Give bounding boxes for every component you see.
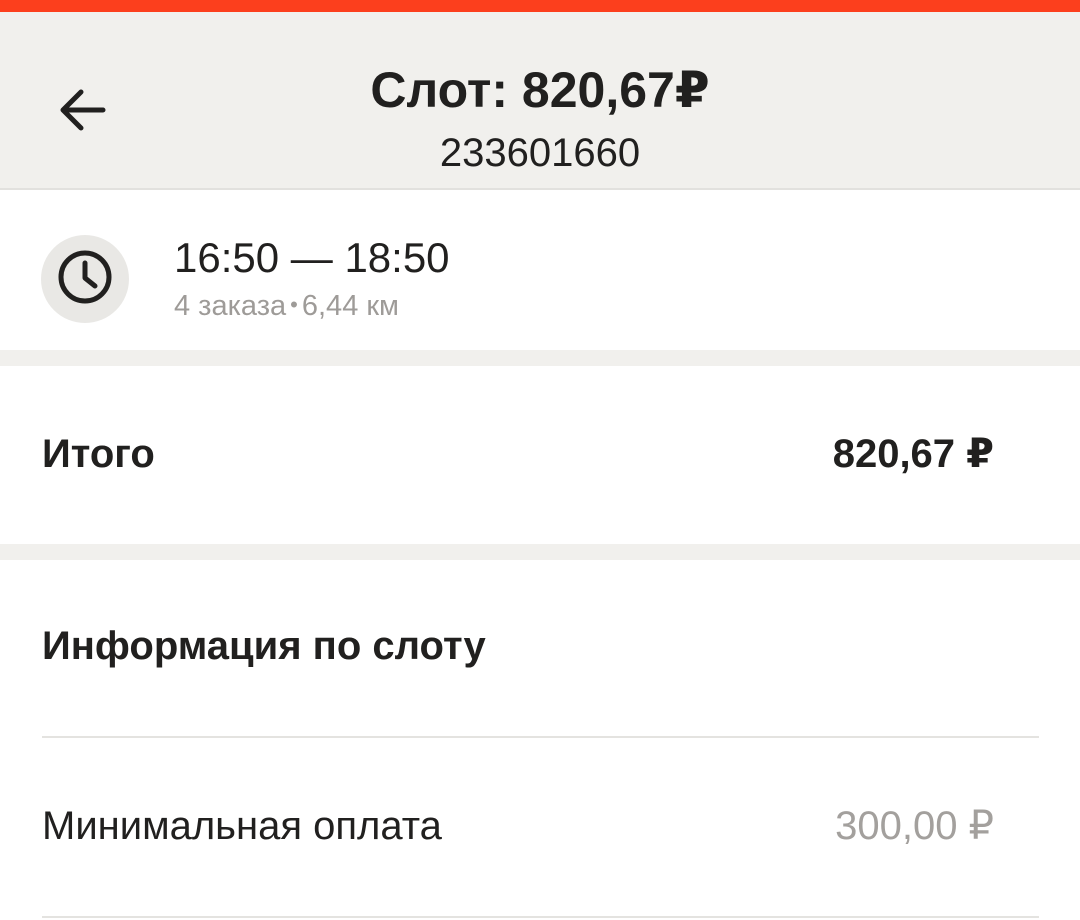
slot-info-card: Информация по слоту Минимальная оплата 3… <box>0 560 1080 920</box>
min-payment-value: 300,00 ₽ <box>835 804 994 848</box>
slot-meta: 4 заказа • 6,44 км <box>174 288 399 323</box>
top-accent-strip <box>0 0 1080 12</box>
slot-info-title: Информация по слоту <box>42 624 486 668</box>
section-gap <box>0 544 1080 560</box>
section-gap <box>0 350 1080 366</box>
divider <box>42 916 1039 918</box>
meta-separator: • <box>290 292 298 317</box>
page-title: Слот: 820,67₽ <box>370 62 710 118</box>
clock-badge <box>41 235 129 323</box>
total-card: Итого 820,67 ₽ <box>0 366 1080 544</box>
total-label: Итого <box>42 432 155 476</box>
slot-time-range: 16:50 — 18:50 <box>174 234 450 281</box>
slot-id: 233601660 <box>439 131 641 175</box>
slot-summary-card: 16:50 — 18:50 4 заказа • 6,44 км <box>0 190 1080 350</box>
app-header: Слот: 820,67₽ 233601660 <box>0 12 1080 190</box>
min-payment-label: Минимальная оплата <box>42 804 442 848</box>
total-value: 820,67 ₽ <box>832 432 994 476</box>
slot-distance: 6,44 км <box>301 290 399 322</box>
slot-orders-count: 4 заказа <box>174 290 287 322</box>
clock-icon <box>56 248 114 311</box>
divider <box>42 736 1039 738</box>
